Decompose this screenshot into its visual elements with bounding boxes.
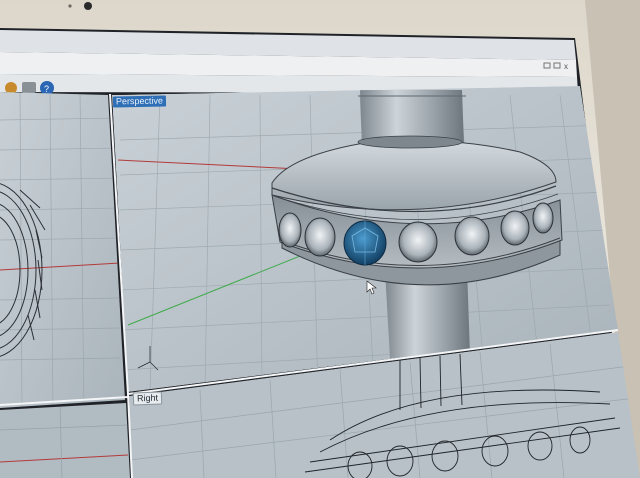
printer-icon[interactable]: [22, 81, 36, 95]
svg-text:x: x: [564, 62, 568, 71]
gemstone: [343, 220, 387, 266]
viewport-label-perspective[interactable]: Perspective: [112, 95, 167, 108]
help-icon[interactable]: [40, 81, 54, 95]
viewport-label-right[interactable]: Right: [132, 391, 163, 406]
camera-icon[interactable]: [4, 81, 18, 95]
photo-of-laptop-screen: x ?: [0, 0, 640, 478]
